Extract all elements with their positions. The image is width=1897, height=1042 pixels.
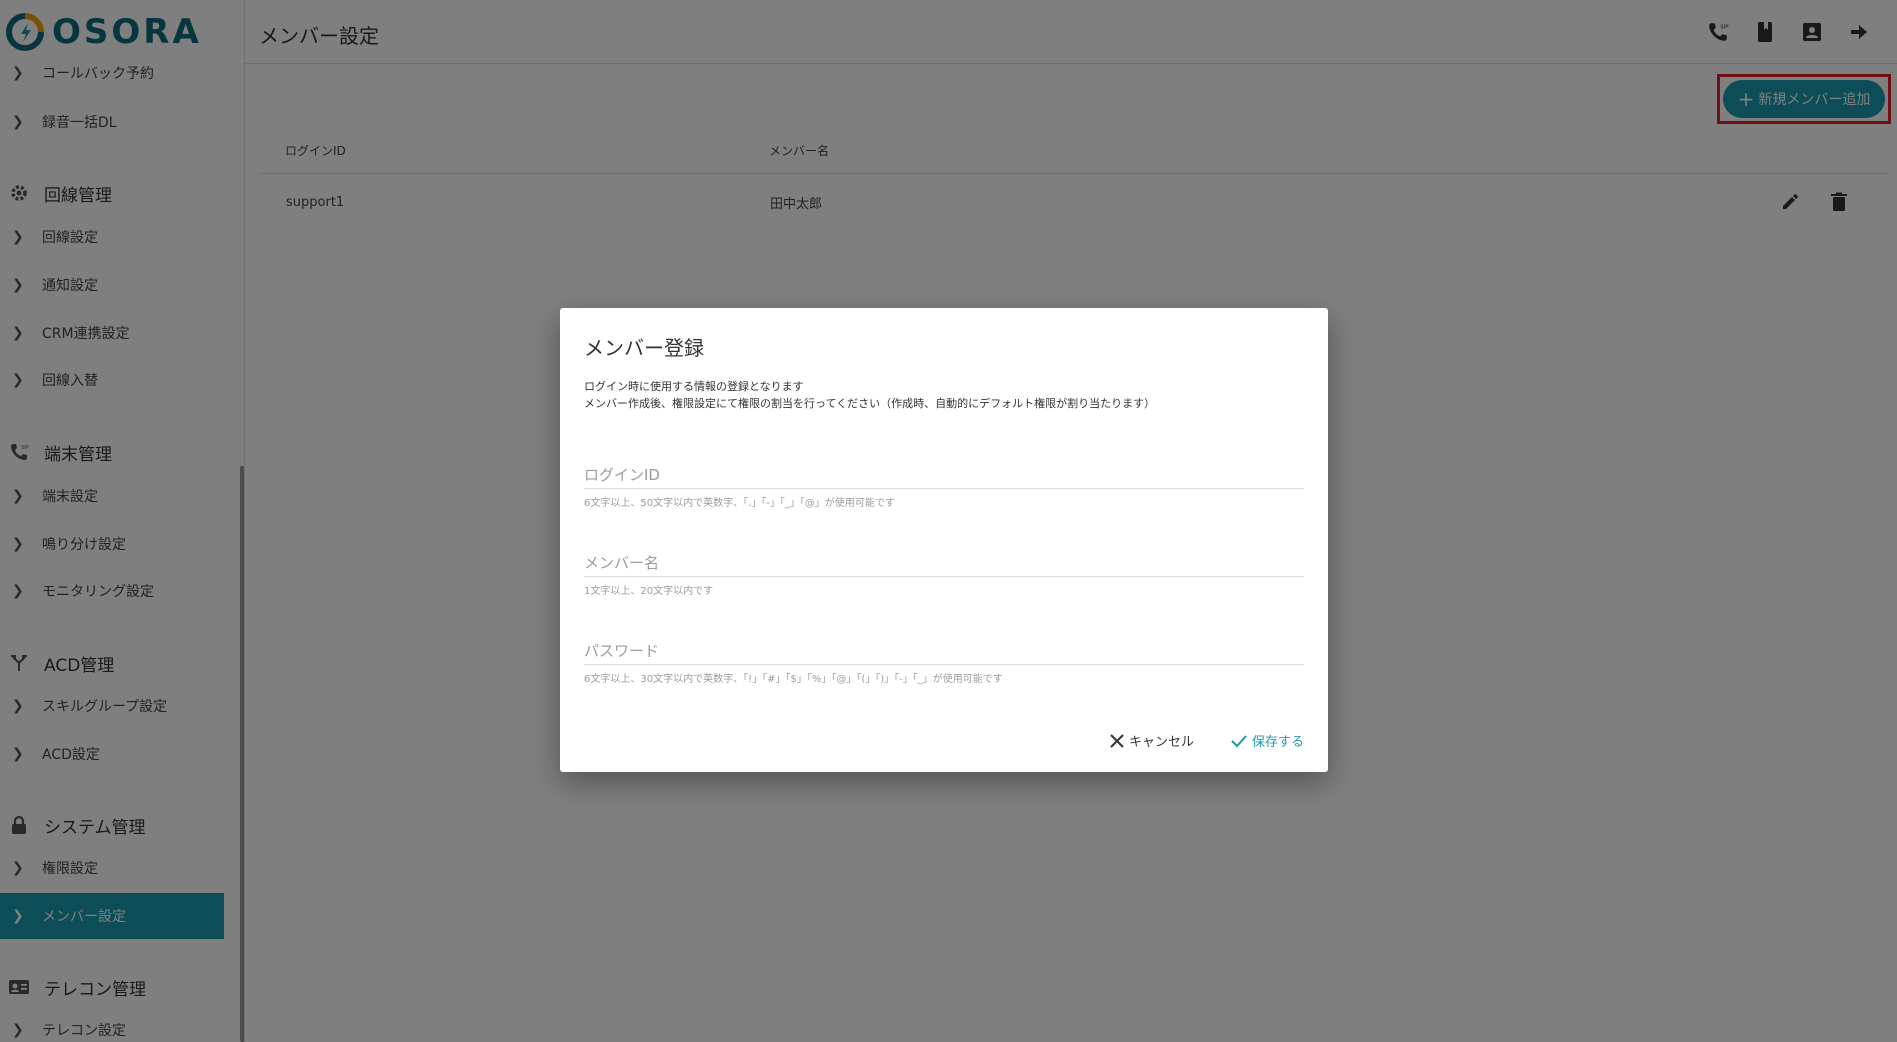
password-label: パスワード [584,642,660,660]
field-underline [584,488,1304,489]
member-name-field[interactable]: メンバー名 1文字以上、20文字以内です [584,552,1304,597]
dialog-title: メンバー登録 [584,336,704,360]
login-id-label: ログインID [584,466,660,484]
login-id-hint: 6文字以上、50文字以内で英数字、「.」「-」「_」「@」が使用可能です [584,498,895,509]
save-label: 保存する [1251,735,1304,750]
close-icon [1109,733,1125,749]
field-underline [584,664,1304,665]
password-field[interactable]: パスワード 6文字以上、30文字以内で英数字、「!」「#」「$」「%」「@」「(… [584,640,1304,685]
member-name-hint: 1文字以上、20文字以内です [584,586,714,597]
field-underline [584,576,1304,577]
dialog-description-line: ログイン時に使用する情報の登録となります [584,380,804,393]
save-button[interactable]: 保存する [1230,725,1304,756]
dialog-description: ログイン時に使用する情報の登録となります メンバー作成後、権限設定にて権限の割当… [584,378,1155,412]
dialog-actions: キャンセル 保存する [1073,725,1304,756]
login-id-field[interactable]: ログインID 6文字以上、50文字以内で英数字、「.」「-」「_」「@」が使用可… [584,464,1304,509]
dialog-description-line: メンバー作成後、権限設定にて権限の割当を行ってください（作成時、自動的にデフォル… [584,397,1156,410]
member-registration-dialog: メンバー登録 ログイン時に使用する情報の登録となります メンバー作成後、権限設定… [560,308,1328,772]
password-hint: 6文字以上、30文字以内で英数字、「!」「#」「$」「%」「@」「(」「)」「-… [584,674,1003,685]
check-icon [1230,733,1248,749]
cancel-button[interactable]: キャンセル [1109,725,1194,756]
cancel-label: キャンセル [1128,735,1194,750]
member-name-label: メンバー名 [584,554,660,572]
